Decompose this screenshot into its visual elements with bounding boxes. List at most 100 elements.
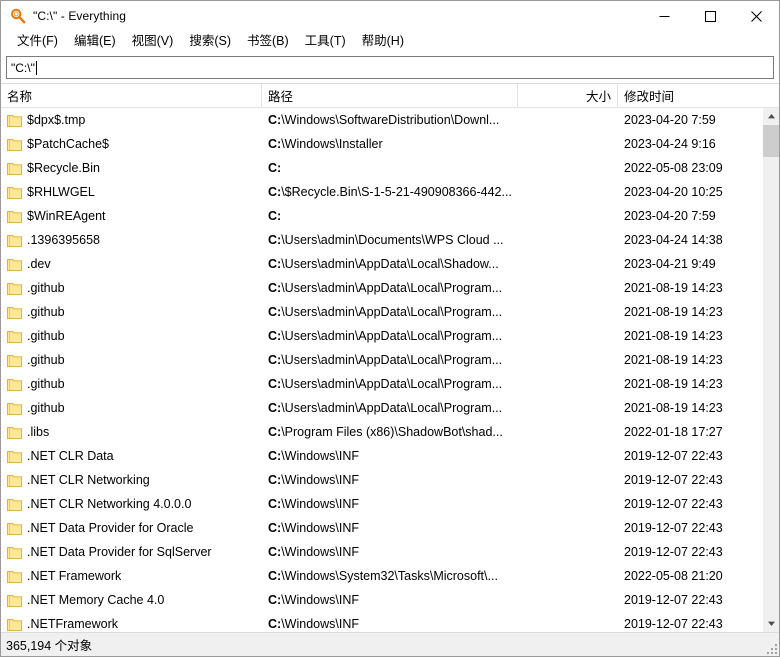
- table-row[interactable]: .NETFramework C: \Windows\INF 2019-12-07 22…: [1, 612, 762, 632]
- table-row[interactable]: .github C: \Users\admin\AppData\Local\Prog…: [1, 276, 762, 300]
- path-match-highlight: C:: [268, 401, 282, 415]
- table-row[interactable]: .github C: \Users\admin\AppData\Local\Prog…: [1, 372, 762, 396]
- cell-size: [518, 348, 618, 372]
- path-remainder: \Windows\INF: [281, 521, 359, 535]
- menu-bookmarks[interactable]: 书签(B): [239, 33, 297, 51]
- table-row[interactable]: .github C: \Users\admin\AppData\Local\Prog…: [1, 300, 762, 324]
- cell-date-modified: 2021-08-19 14:23: [624, 353, 723, 367]
- cell-date-modified: 2019-12-07 22:43: [624, 449, 723, 463]
- cell-size: [518, 588, 618, 612]
- folder-icon: [7, 234, 22, 247]
- path-match-highlight: C:: [268, 377, 282, 391]
- cell-path: C: \Windows\Installer: [262, 132, 518, 156]
- cell-name: .NET Data Provider for SqlServer: [1, 540, 262, 564]
- cell-size: [518, 540, 618, 564]
- path-remainder: \Windows\INF: [281, 593, 359, 607]
- table-row[interactable]: .NET Data Provider for SqlServer C: \Windo…: [1, 540, 762, 564]
- cell-size: [518, 468, 618, 492]
- file-name-label: .NET CLR Networking: [27, 473, 150, 487]
- path-remainder: \Users\admin\AppData\Local\Program...: [281, 401, 503, 415]
- table-row[interactable]: $dpx$.tmp C: \Windows\SoftwareDistribution…: [1, 108, 762, 132]
- cell-date-modified: 2021-08-19 14:23: [624, 281, 723, 295]
- title-bar: "C:\" - Everything: [1, 1, 779, 31]
- cell-path: C: \Users\admin\AppData\Local\Program...: [262, 372, 518, 396]
- file-name-label: .github: [27, 377, 65, 391]
- table-row[interactable]: .github C: \Users\admin\AppData\Local\Prog…: [1, 324, 762, 348]
- minimize-button[interactable]: [641, 1, 687, 31]
- magnifier-icon: [10, 8, 26, 24]
- cell-name: .NET CLR Networking 4.0.0.0: [1, 492, 262, 516]
- table-row[interactable]: .github C: \Users\admin\AppData\Local\Prog…: [1, 396, 762, 420]
- table-row[interactable]: $PatchCache$ C: \Windows\Installer 2023-04-…: [1, 132, 762, 156]
- cell-path: C: \Windows\INF: [262, 540, 518, 564]
- cell-path: C: \$Recycle.Bin\S-1-5-21-490908366-442..…: [262, 180, 518, 204]
- table-row[interactable]: .dev C: \Users\admin\AppData\Local\Shadow.…: [1, 252, 762, 276]
- cell-name: .libs: [1, 420, 262, 444]
- file-name-label: .dev: [27, 257, 51, 271]
- cell-date-modified: 2019-12-07 22:43: [624, 593, 723, 607]
- resize-grip[interactable]: [765, 642, 777, 654]
- table-row[interactable]: .github C: \Users\admin\AppData\Local\Prog…: [1, 348, 762, 372]
- table-row[interactable]: .1396395658 C: \Users\admin\Documents\WPS …: [1, 228, 762, 252]
- table-row[interactable]: .libs C: \Program Files (x86)\ShadowBot\sh…: [1, 420, 762, 444]
- cell-path: C: \Users\admin\AppData\Local\Program...: [262, 396, 518, 420]
- path-match-highlight: C:: [268, 305, 282, 319]
- maximize-button[interactable]: [687, 1, 733, 31]
- file-name-label: $WinREAgent: [27, 209, 106, 223]
- table-row[interactable]: .NET Memory Cache 4.0 C: \Windows\INF 2019-…: [1, 588, 762, 612]
- cell-size: [518, 420, 618, 444]
- menu-view[interactable]: 视图(V): [124, 33, 182, 51]
- column-header-name[interactable]: 名称: [1, 84, 262, 107]
- path-remainder: \$Recycle.Bin\S-1-5-21-490908366-442...: [281, 185, 512, 199]
- cell-name: $RHLWGEL: [1, 180, 262, 204]
- menu-help[interactable]: 帮助(H): [354, 33, 412, 51]
- column-header-size[interactable]: 大小: [518, 84, 618, 107]
- path-remainder: \Windows\INF: [281, 473, 359, 487]
- folder-icon: [7, 162, 22, 175]
- menu-file[interactable]: 文件(F): [9, 33, 66, 51]
- file-name-label: $RHLWGEL: [27, 185, 95, 199]
- folder-icon: [7, 402, 22, 415]
- file-name-label: .NETFramework: [27, 617, 118, 631]
- close-button[interactable]: [733, 1, 779, 31]
- menu-search[interactable]: 搜索(S): [181, 33, 239, 51]
- table-row[interactable]: $RHLWGEL C: \$Recycle.Bin\S-1-5-21-4909083…: [1, 180, 762, 204]
- table-row[interactable]: .NET CLR Data C: \Windows\INF 2019-12-07 22…: [1, 444, 762, 468]
- scroll-down-arrow-icon[interactable]: [763, 615, 779, 632]
- menu-tools[interactable]: 工具(T): [297, 33, 354, 51]
- folder-icon: [7, 522, 22, 535]
- cell-date-modified: 2021-08-19 14:23: [624, 329, 723, 343]
- path-remainder: \Windows\INF: [281, 617, 359, 631]
- cell-date-modified: 2023-04-20 7:59: [624, 209, 716, 223]
- scroll-up-arrow-icon[interactable]: [763, 108, 779, 125]
- table-row[interactable]: .NET Data Provider for Oracle C: \Windows\…: [1, 516, 762, 540]
- file-name-label: .github: [27, 281, 65, 295]
- table-row[interactable]: $Recycle.Bin C: 2022-05-08 23:09: [1, 156, 762, 180]
- table-row[interactable]: .NET CLR Networking C: \Windows\INF 2019-12…: [1, 468, 762, 492]
- search-input[interactable]: "C:\": [6, 56, 774, 79]
- column-header-date[interactable]: 修改时间: [618, 84, 779, 107]
- path-match-highlight: C:: [268, 185, 282, 199]
- scrollbar-track[interactable]: [763, 125, 779, 615]
- vertical-scrollbar[interactable]: [762, 108, 779, 632]
- cell-size: [518, 132, 618, 156]
- folder-icon: [7, 114, 22, 127]
- everything-window: "C:\" - Everything 文件(F) 编辑(E) 视图(V) 搜索(…: [0, 0, 780, 657]
- table-row[interactable]: .NET CLR Networking 4.0.0.0 C: \Windows\IN…: [1, 492, 762, 516]
- path-remainder: \Windows\System32\Tasks\Microsoft\...: [281, 569, 498, 583]
- table-row[interactable]: .NET Framework C: \Windows\System32\Tasks\…: [1, 564, 762, 588]
- file-name-label: .github: [27, 401, 65, 415]
- cell-name: .NET CLR Networking: [1, 468, 262, 492]
- menu-edit[interactable]: 编辑(E): [66, 33, 124, 51]
- path-match-highlight: C:: [268, 569, 282, 583]
- cell-name: .github: [1, 300, 262, 324]
- cell-size: [518, 228, 618, 252]
- cell-path: C: \Windows\INF: [262, 516, 518, 540]
- path-match-highlight: C:: [268, 257, 282, 271]
- scrollbar-thumb[interactable]: [763, 125, 779, 157]
- path-match-highlight: C:: [268, 113, 282, 127]
- table-row[interactable]: $WinREAgent C: 2023-04-20 7:59: [1, 204, 762, 228]
- column-header-path[interactable]: 路径: [262, 84, 518, 107]
- path-match-highlight: C:: [268, 161, 282, 175]
- folder-icon: [7, 546, 22, 559]
